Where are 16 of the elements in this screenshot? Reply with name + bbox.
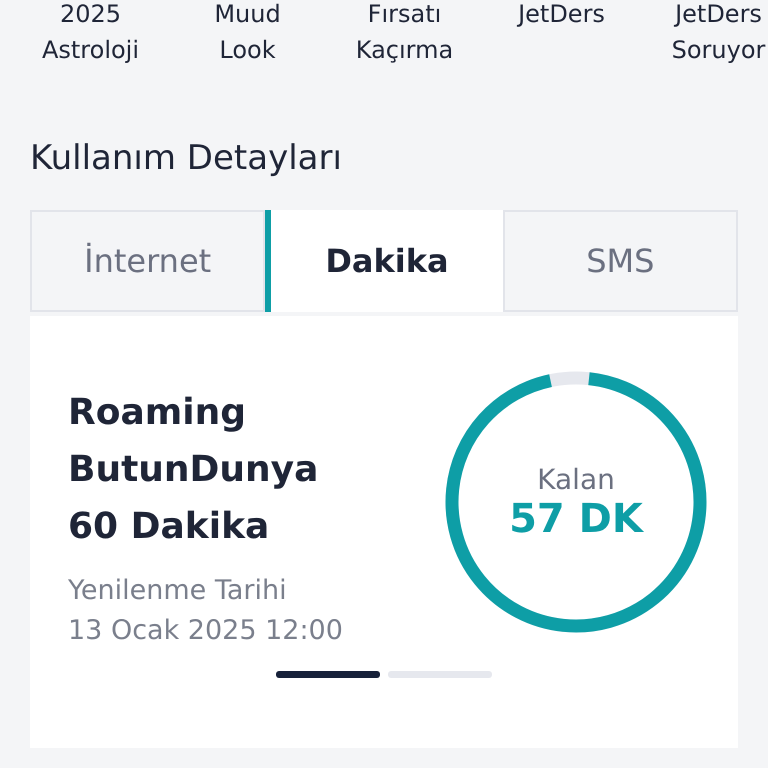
package-title: Roaming ButunDunya 60 Dakika — [68, 391, 320, 549]
tab[interactable]: Dakika — [265, 210, 503, 312]
pager-indicator[interactable] — [388, 671, 492, 678]
story-label[interactable]: 2025 Astroloji — [42, 0, 140, 68]
story-label[interactable]: JetDers — [518, 0, 605, 68]
gauge-value: 57 DK — [509, 496, 643, 542]
tab[interactable]: SMS — [502, 210, 738, 312]
renewal-date: 13 Ocak 2025 12:00 — [68, 614, 343, 648]
gauge-label: Kalan — [537, 462, 615, 496]
story-label[interactable]: Fırsatı Kaçırma — [356, 0, 454, 68]
renewal-label: Yenilenme Tarihi — [68, 574, 288, 608]
pager-indicator[interactable] — [276, 671, 380, 678]
story-label[interactable]: JetDers Soruyor — [672, 0, 766, 68]
tab[interactable]: İnternet — [30, 210, 266, 312]
story-label[interactable]: Muud Look — [214, 0, 281, 68]
section-title: Kullanım Detayları — [30, 137, 343, 180]
